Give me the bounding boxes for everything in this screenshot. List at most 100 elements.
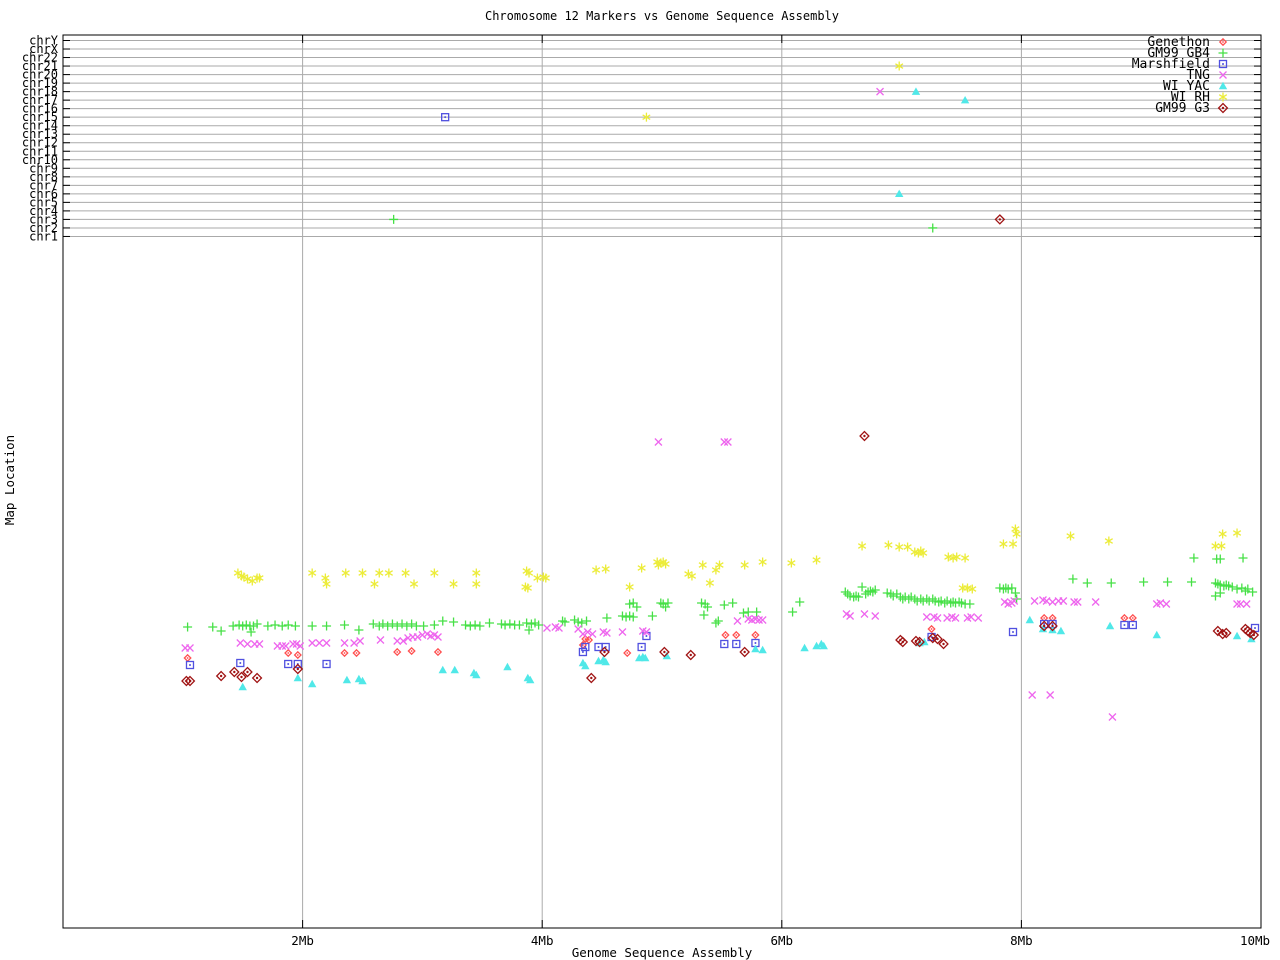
marker-diamond-dot — [1051, 624, 1054, 628]
marker-star — [740, 560, 749, 570]
marker-plus — [438, 616, 448, 626]
marker-square-dot — [188, 664, 191, 666]
marker-diamond-dot — [240, 675, 243, 679]
marker-star — [401, 568, 410, 578]
marker-x — [1236, 600, 1245, 608]
marker-plus — [752, 607, 762, 617]
marker-plus — [340, 620, 350, 630]
marker-triangle — [503, 662, 512, 671]
marker-x — [255, 640, 264, 648]
marker-diamond-dot — [396, 651, 399, 653]
x-axis-label: Genome Sequence Assembly — [572, 945, 753, 960]
marker-x — [860, 610, 869, 618]
marker-star — [449, 579, 458, 589]
marker-diamond-dot — [296, 654, 299, 656]
marker-x — [733, 617, 742, 625]
marker-diamond-dot — [355, 652, 358, 654]
marker-diamond-dot — [296, 667, 300, 671]
marker-plus — [383, 621, 393, 631]
legend-label: GM99 G3 — [1155, 101, 1210, 116]
marker-triangle — [438, 665, 447, 674]
marker-plus — [663, 598, 673, 608]
marker-star — [698, 560, 707, 570]
marker-plus — [514, 620, 524, 630]
marker-x — [1059, 597, 1068, 605]
marker-square-dot — [735, 643, 738, 645]
marker-plus — [1232, 584, 1242, 594]
marker-diamond-dot — [287, 652, 290, 654]
marker-star — [958, 583, 967, 593]
marker-plus — [602, 613, 612, 623]
marker-plus — [461, 620, 471, 630]
marker-star — [321, 573, 330, 583]
x-tick-label: 10Mb — [1240, 933, 1270, 948]
marker-diamond-dot — [410, 650, 413, 652]
marker-triangle — [342, 675, 352, 684]
marker-plus — [1213, 579, 1223, 589]
marker-square-dot — [1254, 627, 1257, 629]
marker-diamond-dot — [219, 674, 223, 678]
marker-x — [356, 637, 365, 645]
marker-diamond-dot — [863, 434, 866, 438]
marker-square-dot — [1043, 623, 1046, 625]
marker-star — [1211, 541, 1220, 551]
marker-x — [871, 612, 880, 620]
marker-plus — [1238, 553, 1248, 563]
marker-plus — [713, 616, 723, 626]
marker-triangle — [307, 679, 317, 688]
marker-plus — [738, 608, 748, 618]
marker-square-dot — [444, 116, 447, 119]
marker-square-dot — [287, 663, 290, 665]
marker-plus — [868, 587, 878, 597]
marker-star — [601, 564, 610, 574]
marker-plus — [719, 600, 729, 610]
marker-diamond-dot — [1225, 631, 1228, 635]
marker-diamond-dot — [186, 657, 189, 659]
marker-x — [281, 642, 290, 650]
series-wi-yac — [238, 87, 1256, 691]
marker-diamond-dot — [936, 637, 939, 641]
marker-triangle — [293, 673, 303, 682]
marker-triangle — [911, 87, 921, 95]
marker-star — [884, 540, 893, 550]
marker-square-dot — [1123, 624, 1126, 626]
marker-plus — [728, 598, 738, 608]
marker-plus — [397, 619, 407, 629]
marker-diamond-dot — [942, 642, 945, 646]
marker-triangle — [758, 645, 767, 654]
marker-x — [340, 639, 349, 647]
marker-plus — [470, 620, 480, 630]
marker-diamond-dot — [188, 679, 192, 683]
legend: GenethonGM99 GB4MarshfieldTNGWI YACWI RH… — [1132, 35, 1229, 116]
marker-square-dot — [754, 642, 757, 644]
marker-star — [1104, 536, 1113, 546]
marker-star — [409, 579, 419, 589]
marker-x — [308, 639, 317, 647]
marker-x — [376, 636, 385, 644]
marker-plus — [524, 625, 534, 635]
marker-square-dot — [640, 646, 643, 648]
marker-x — [922, 613, 931, 621]
marker-x — [618, 628, 627, 636]
marker-plus — [228, 621, 238, 631]
marker-plus — [1210, 578, 1220, 588]
marker-plus — [522, 618, 532, 628]
marker-plus — [1218, 48, 1228, 58]
marker-diamond-dot — [1042, 624, 1046, 628]
marker-diamond-dot — [1051, 617, 1054, 619]
marker-star — [1066, 531, 1075, 541]
marker-plus — [389, 214, 399, 224]
marker-plus — [216, 626, 226, 636]
marker-diamond-dot — [663, 650, 666, 654]
marker-triangle — [238, 682, 247, 691]
series-gm99-g3 — [181, 214, 1260, 687]
marker-diamond-dot — [998, 218, 1002, 221]
marker-x — [243, 640, 252, 648]
marker-diamond-dot — [343, 652, 346, 654]
marker-plus — [484, 618, 494, 628]
marker-x — [1091, 598, 1100, 606]
marker-triangle — [1152, 630, 1161, 639]
marker-x — [1046, 691, 1055, 699]
data-points — [181, 61, 1260, 721]
marker-star — [895, 542, 904, 552]
